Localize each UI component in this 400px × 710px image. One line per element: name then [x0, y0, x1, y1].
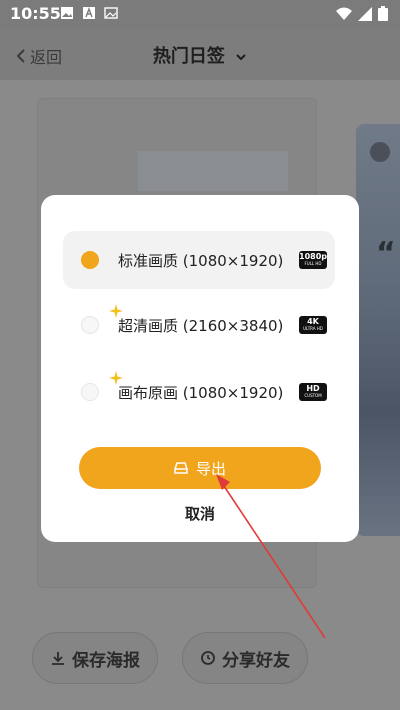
- page-title-text: 热门日签: [152, 46, 225, 67]
- download-icon: [52, 652, 64, 665]
- share-friends-button[interactable]: 分享好友: [182, 632, 308, 684]
- next-poster-image: [356, 124, 400, 536]
- gallery-icon: [104, 7, 118, 19]
- export-label: 导出: [195, 459, 226, 478]
- app-header: 返回 热门日签: [0, 28, 400, 80]
- quality-option-label: 标准画质 (1080×1920): [118, 251, 284, 270]
- radio-button[interactable]: [81, 316, 99, 334]
- save-poster-button[interactable]: 保存海报: [32, 632, 158, 684]
- notification-icons: [60, 6, 118, 20]
- radio-button[interactable]: [81, 383, 99, 401]
- quality-option-label: 画布原画 (1080×1920): [118, 383, 284, 402]
- save-poster-label: 保存海报: [72, 650, 140, 671]
- share-friends-label: 分享好友: [222, 650, 290, 671]
- share-icon: [201, 651, 215, 665]
- next-poster-card: “: [356, 124, 400, 536]
- quote-mark: “: [376, 236, 396, 271]
- radio-button-selected[interactable]: [81, 251, 99, 269]
- poster-preview-image: [138, 151, 288, 191]
- crown-icon: [370, 142, 390, 162]
- 4k-badge-icon: 4K ULTRA HD: [299, 316, 327, 334]
- wifi-icon: [336, 7, 352, 20]
- status-bar: 10:55: [0, 0, 400, 28]
- export-quality-dialog: 标准画质 (1080×1920) 1080p FULL HD 超清画质 (216…: [41, 195, 359, 542]
- signal-icon: [358, 6, 372, 21]
- status-time: 10:55: [10, 4, 61, 23]
- export-icon: [174, 462, 188, 474]
- quality-option-original[interactable]: 画布原画 (1080×1920) HD CUSTOM: [63, 363, 335, 421]
- font-app-icon: [83, 7, 95, 19]
- hd-badge-icon: HD CUSTOM: [299, 383, 327, 401]
- quality-option-ultra[interactable]: 超清画质 (2160×3840) 4K ULTRA HD: [63, 296, 335, 354]
- image-icon: [61, 7, 73, 19]
- chevron-down-icon: [236, 54, 246, 61]
- system-icons: [336, 6, 388, 21]
- cancel-button[interactable]: 取消: [41, 503, 359, 524]
- fullhd-badge-icon: 1080p FULL HD: [299, 251, 327, 269]
- quality-option-standard[interactable]: 标准画质 (1080×1920) 1080p FULL HD: [63, 231, 335, 289]
- export-button[interactable]: 导出: [79, 447, 321, 489]
- battery-icon: [378, 6, 388, 21]
- quality-option-label: 超清画质 (2160×3840): [118, 316, 284, 335]
- page-title[interactable]: 热门日签: [0, 42, 400, 68]
